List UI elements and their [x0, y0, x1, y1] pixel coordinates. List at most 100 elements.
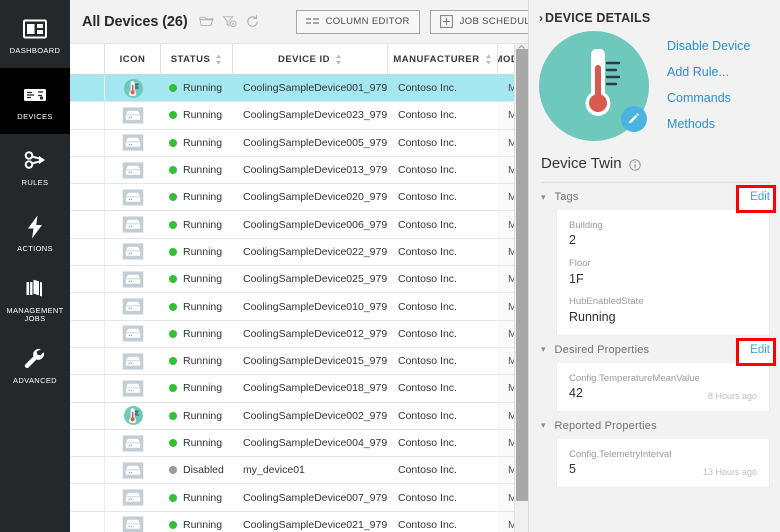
- twin-property-key: Floor: [569, 258, 591, 270]
- sidebar-item-actions[interactable]: ACTIONS: [0, 200, 70, 266]
- table-row[interactable]: Running CoolingSampleDevice015_979 Contoso…: [70, 347, 528, 376]
- column-header-status[interactable]: STATUS: [161, 44, 233, 74]
- table-row[interactable]: Running CoolingSampleDevice025_979 Contoso…: [70, 266, 528, 294]
- row-status-cell: Running: [161, 321, 233, 347]
- twin-property: Config.TemperatureMeanValue 42 8 Hours ago: [569, 373, 769, 402]
- table-row[interactable]: Running CoolingSampleDevice004_979 Contoso…: [70, 429, 528, 458]
- twin-property: Config.TelemetryInterval 5 13 Hours ago: [569, 449, 769, 478]
- devices-table-scrollbar[interactable]: [514, 44, 528, 532]
- row-select-cell[interactable]: [70, 375, 105, 402]
- twin-property: HubEnabledState Running: [569, 296, 769, 325]
- row-status-label: Running: [183, 518, 223, 531]
- table-row[interactable]: Disabledmy_device01Contoso Inc.MD-1: [70, 457, 528, 485]
- row-status-label: Running: [183, 273, 223, 286]
- sidebar-item-rules[interactable]: RULES: [0, 134, 70, 200]
- table-row[interactable]: Running CoolingSampleDevice022_979 Contoso…: [70, 238, 528, 267]
- row-select-cell[interactable]: [70, 457, 105, 484]
- chevron-down-icon[interactable]: ▾: [541, 345, 546, 354]
- row-manufacturer: Contoso Inc.: [398, 355, 457, 368]
- pencil-icon[interactable]: [621, 106, 647, 132]
- row-select-cell[interactable]: [70, 429, 105, 457]
- column-header-checkbox[interactable]: [70, 44, 105, 74]
- twin-section-name: Tags: [554, 191, 579, 203]
- table-row[interactable]: Running CoolingSampleDevice021_979 Contoso…: [70, 511, 528, 532]
- device-twin-title: Device Twin: [541, 155, 622, 172]
- row-device-id: CoolingSampleDevice004_979: [243, 437, 388, 449]
- twin-section-card: Config.TelemetryInterval 5 13 Hours ago: [556, 438, 770, 489]
- sidebar-item-label: ADVANCED: [13, 375, 57, 385]
- row-select-cell[interactable]: [70, 266, 105, 293]
- sort-arrows-icon[interactable]: [335, 54, 342, 65]
- row-select-cell[interactable]: [70, 184, 105, 211]
- sidebar-item-dashboard[interactable]: DASHBOARD: [0, 2, 70, 68]
- table-row[interactable]: Running CoolingSampleDevice018_979 Contoso…: [70, 375, 528, 403]
- row-device-id: CoolingSampleDevice010_979: [243, 300, 388, 313]
- actions-icon: [22, 214, 48, 240]
- row-status-label: Running: [183, 191, 223, 204]
- row-select-cell[interactable]: [70, 238, 105, 266]
- chevron-down-icon[interactable]: ▾: [541, 421, 546, 430]
- row-select-cell[interactable]: [70, 402, 105, 429]
- table-row[interactable]: Running CoolingSampleDevice010_979 Contoso…: [70, 293, 528, 321]
- twin-section-header[interactable]: ▾ Tags Edit: [529, 183, 780, 213]
- row-manufacturer: Contoso Inc.: [398, 82, 457, 95]
- column-editor-button[interactable]: COLUMN EDITOR: [295, 9, 420, 34]
- row-select-cell[interactable]: [70, 511, 105, 532]
- table-row[interactable]: Running CoolingSampleDevice002_979 Contoso…: [70, 402, 528, 430]
- column-header-device-id[interactable]: DEVICE ID: [233, 44, 388, 74]
- status-dot-icon: [169, 493, 177, 502]
- column-header-icon[interactable]: ICON: [105, 44, 161, 74]
- chevron-down-icon[interactable]: ▾: [541, 192, 546, 202]
- row-select-cell[interactable]: [70, 102, 105, 129]
- row-select-cell[interactable]: [70, 211, 105, 238]
- sort-arrows-icon[interactable]: [215, 54, 222, 65]
- device-link-add-rule[interactable]: Add Rule...: [667, 65, 750, 79]
- table-row[interactable]: Running CoolingSampleDevice020_979 Contoso…: [70, 184, 528, 212]
- job-scheduler-button[interactable]: JOB SCHEDULER: [429, 9, 528, 34]
- row-select-cell[interactable]: [70, 347, 105, 375]
- row-select-cell[interactable]: [70, 320, 105, 347]
- sort-arrows-icon[interactable]: [485, 54, 492, 65]
- row-device-server-icon: [105, 102, 161, 128]
- row-device-server-icon: [105, 266, 161, 292]
- refresh-icon[interactable]: [245, 14, 260, 29]
- device-link-methods[interactable]: Methods: [667, 117, 750, 131]
- twin-section: ▾ Desired Properties Edit Config.Temperatur…: [529, 336, 780, 412]
- status-dot-icon: [169, 84, 177, 93]
- status-dot-icon: [169, 357, 177, 366]
- device-details-header[interactable]: › DEVICE DETAILS: [529, 0, 780, 25]
- status-dot-icon: [169, 138, 177, 147]
- table-row[interactable]: Running CoolingSampleDevice013_979 Contoso…: [70, 156, 528, 185]
- table-row[interactable]: Running CoolingSampleDevice005_979 Contoso…: [70, 129, 528, 157]
- column-header-manufacturer[interactable]: MANUFACTURER: [388, 44, 498, 74]
- table-row[interactable]: Running CoolingSampleDevice007_979 Contoso…: [70, 484, 528, 512]
- row-select-cell[interactable]: [70, 484, 105, 511]
- table-row[interactable]: Running CoolingSampleDevice006_979 Contoso…: [70, 211, 528, 239]
- status-dot-icon: [169, 193, 177, 202]
- twin-section-header[interactable]: ▾ Desired Properties Edit: [529, 336, 780, 366]
- column-header-label: DEVICE ID: [277, 53, 330, 65]
- row-select-cell[interactable]: [70, 129, 105, 156]
- row-status-label: Running: [183, 437, 223, 449]
- table-row[interactable]: Running CoolingSampleDevice012_979 Contoso…: [70, 320, 528, 348]
- info-icon[interactable]: [628, 158, 641, 171]
- sidebar-item-management-jobs[interactable]: MANAGEMENT JOBS: [0, 266, 70, 332]
- sidebar-item-advanced[interactable]: ADVANCED: [0, 332, 70, 398]
- table-row[interactable]: Running CoolingSampleDevice023_979 Contoso…: [70, 102, 528, 130]
- row-select-cell[interactable]: [70, 156, 105, 184]
- twin-section-edit-link[interactable]: Edit: [750, 344, 770, 356]
- scrollbar-thumb[interactable]: [516, 49, 528, 501]
- row-select-cell[interactable]: [70, 75, 105, 102]
- status-dot-icon: [169, 384, 177, 393]
- table-row[interactable]: Running CoolingSampleDevice001_979 Contoso…: [70, 75, 528, 103]
- filter-settings-icon[interactable]: [221, 14, 237, 29]
- row-status-cell: Running: [161, 102, 233, 128]
- row-select-cell[interactable]: [70, 293, 105, 320]
- sidebar-item-devices[interactable]: DEVICES: [0, 68, 70, 134]
- device-link-commands[interactable]: Commands: [667, 91, 750, 105]
- device-link-disable-device[interactable]: Disable Device: [667, 39, 750, 53]
- twin-section-edit-link[interactable]: Edit: [750, 191, 770, 203]
- twin-section-header[interactable]: ▾ Reported Properties: [529, 412, 780, 439]
- folder-open-icon[interactable]: [198, 14, 214, 29]
- page-title: All Devices (26): [82, 13, 188, 30]
